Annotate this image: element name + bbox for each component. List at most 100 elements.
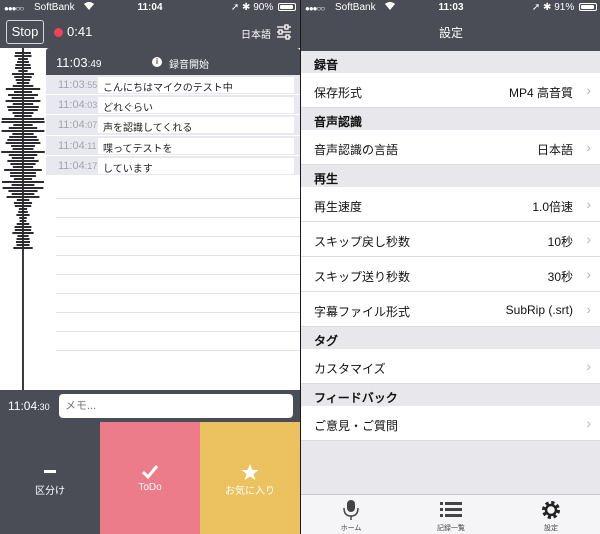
tab-records[interactable]: 記録一覧 [401, 495, 501, 534]
page-title: 設定 [301, 16, 600, 51]
tab-label: 記録一覧 [437, 525, 465, 532]
waveform-bar [16, 241, 30, 243]
waveform-bar [14, 205, 32, 207]
setting-label: スキップ戻し秒数 [314, 235, 411, 249]
waveform-bar [16, 238, 30, 240]
favorite-label: お気に入り [225, 486, 275, 497]
battery-percent: 91% [554, 2, 575, 13]
waveform-bar [15, 52, 31, 54]
waveform-bar [11, 157, 35, 159]
setting-customize[interactable]: カスタマイズ › [301, 349, 600, 384]
status-bar: ●●●○○ SoftBank 11:03 ➚ ✱ 91% [301, 0, 600, 16]
checkmark-icon [141, 465, 159, 480]
section-header-speech: 音声認識 [301, 108, 600, 130]
waveform-bar [14, 115, 32, 117]
setting-value: MP4 高音質 [508, 86, 573, 100]
transcript-row[interactable]: 11:04:07 声を認識してくれる [46, 115, 300, 136]
waveform-bar [11, 97, 35, 99]
waveform-graphic[interactable] [0, 48, 46, 390]
language-button[interactable]: 日本語 [241, 26, 271, 41]
list-icon [440, 502, 462, 517]
transcript-time: 11:04:07 [58, 119, 98, 132]
separator-button[interactable]: 区分け [0, 422, 100, 534]
waveform-bar [8, 190, 38, 192]
waveform-bar [1, 130, 45, 132]
waveform-bar [12, 103, 34, 105]
memo-input[interactable] [59, 394, 293, 418]
setting-value: 1.0倍速 [532, 200, 573, 214]
waveform-bar [1, 121, 45, 123]
setting-value: 日本語 [536, 143, 573, 157]
transcript-row[interactable]: 11:04:03 どれぐらい [46, 95, 300, 116]
todo-button[interactable]: ToDo [100, 422, 200, 534]
tab-label: ホーム [340, 525, 362, 532]
transcript-time: 11:04:03 [58, 99, 98, 112]
chevron-right-icon: › [586, 82, 591, 98]
elapsed-time: 0:41 [67, 24, 93, 39]
transcript-time: 11:04:11 [58, 139, 97, 152]
transcript-text: 喋ってテストを [98, 137, 294, 155]
waveform-bar [5, 142, 41, 144]
bluetooth-icon: ✱ [242, 2, 251, 13]
waveform-bar [14, 226, 32, 228]
setting-subtitle-format[interactable]: 字幕ファイル形式 SubRip (.srt) › [301, 292, 600, 327]
todo-label: ToDo [138, 482, 162, 493]
waveform-bar [12, 112, 34, 114]
transcript-log: 11:03:49 i 録音開始 11:03:55 こんにちはマイクのテスト中 1… [46, 48, 300, 176]
waveform-bar [13, 91, 33, 93]
waveform-bar [10, 172, 36, 174]
settings-list: 録音 保存形式 MP4 高音質 › 音声認識 音声認識の言語 日本語 › 再生 … [301, 51, 600, 441]
setting-label: 音声認識の言語 [314, 143, 399, 157]
setting-label: 再生速度 [314, 200, 363, 214]
empty-log-lines [56, 180, 300, 360]
waveform-bar [16, 223, 30, 225]
chevron-right-icon: › [586, 266, 591, 282]
stop-button[interactable]: Stop [6, 20, 44, 44]
waveform-bar [7, 106, 39, 108]
separator-label: 区分け [35, 486, 65, 497]
waveform-bar [1, 118, 45, 120]
setting-skip-forward[interactable]: スキップ送り秒数 30秒 › [301, 257, 600, 292]
transcript-text: こんにちはマイクのテスト中 [98, 77, 294, 94]
tab-home[interactable]: ホーム [301, 495, 401, 534]
memo-bar: 11:04:30 [0, 390, 300, 422]
setting-speech-language[interactable]: 音声認識の言語 日本語 › [301, 130, 600, 165]
setting-value: SubRip (.srt) [505, 303, 573, 317]
favorite-button[interactable]: お気に入り [200, 422, 300, 534]
transcript-text: しています [98, 157, 294, 175]
waveform-bar [8, 109, 38, 111]
dash-icon [44, 470, 56, 473]
waveform-bar [19, 217, 27, 219]
battery-percent: 90% [253, 2, 274, 13]
waveform-bar [16, 244, 30, 246]
setting-value: 30秒 [547, 270, 573, 284]
setting-skip-back[interactable]: スキップ戻し秒数 10秒 › [301, 222, 600, 257]
transcript-text: 声を認識してくれる [98, 117, 294, 134]
bluetooth-icon: ✱ [543, 2, 552, 13]
setting-playback-speed[interactable]: 再生速度 1.0倍速 › [301, 187, 600, 222]
setting-save-format[interactable]: 保存形式 MP4 高音質 › [301, 73, 600, 108]
transcript-row[interactable]: 11:04:11 喋ってテストを [46, 135, 300, 156]
transcript-time: 11:04:17 [58, 159, 98, 172]
waveform-bar [8, 154, 38, 156]
battery-icon [278, 3, 296, 12]
setting-label: 保存形式 [314, 86, 363, 100]
waveform-bar [13, 178, 33, 180]
waveform-bar [14, 67, 32, 69]
tab-settings[interactable]: 設定 [501, 495, 600, 534]
location-icon: ➚ [230, 2, 240, 13]
chevron-right-icon: › [586, 231, 591, 247]
transcript-row[interactable]: 11:04:17 しています [46, 155, 300, 176]
waveform-bar [19, 220, 27, 222]
waveform-bar [6, 196, 40, 198]
waveform-bar [18, 208, 28, 210]
recording-screen: ●●●○○ SoftBank 11:04 ➚ ✱ 90% Stop 0:41 日… [0, 0, 300, 534]
setting-feedback[interactable]: ご意見・ご質問 › [301, 406, 600, 441]
sliders-icon[interactable] [276, 24, 292, 40]
waveform-bar [12, 85, 34, 87]
transcript-row[interactable]: 11:03:55 こんにちはマイクのテスト中 [46, 75, 300, 96]
chevron-right-icon: › [586, 139, 591, 155]
waveform-bar [5, 100, 41, 102]
waveform-bar [12, 148, 34, 150]
recording-toolbar: Stop 0:41 日本語 [0, 16, 300, 48]
